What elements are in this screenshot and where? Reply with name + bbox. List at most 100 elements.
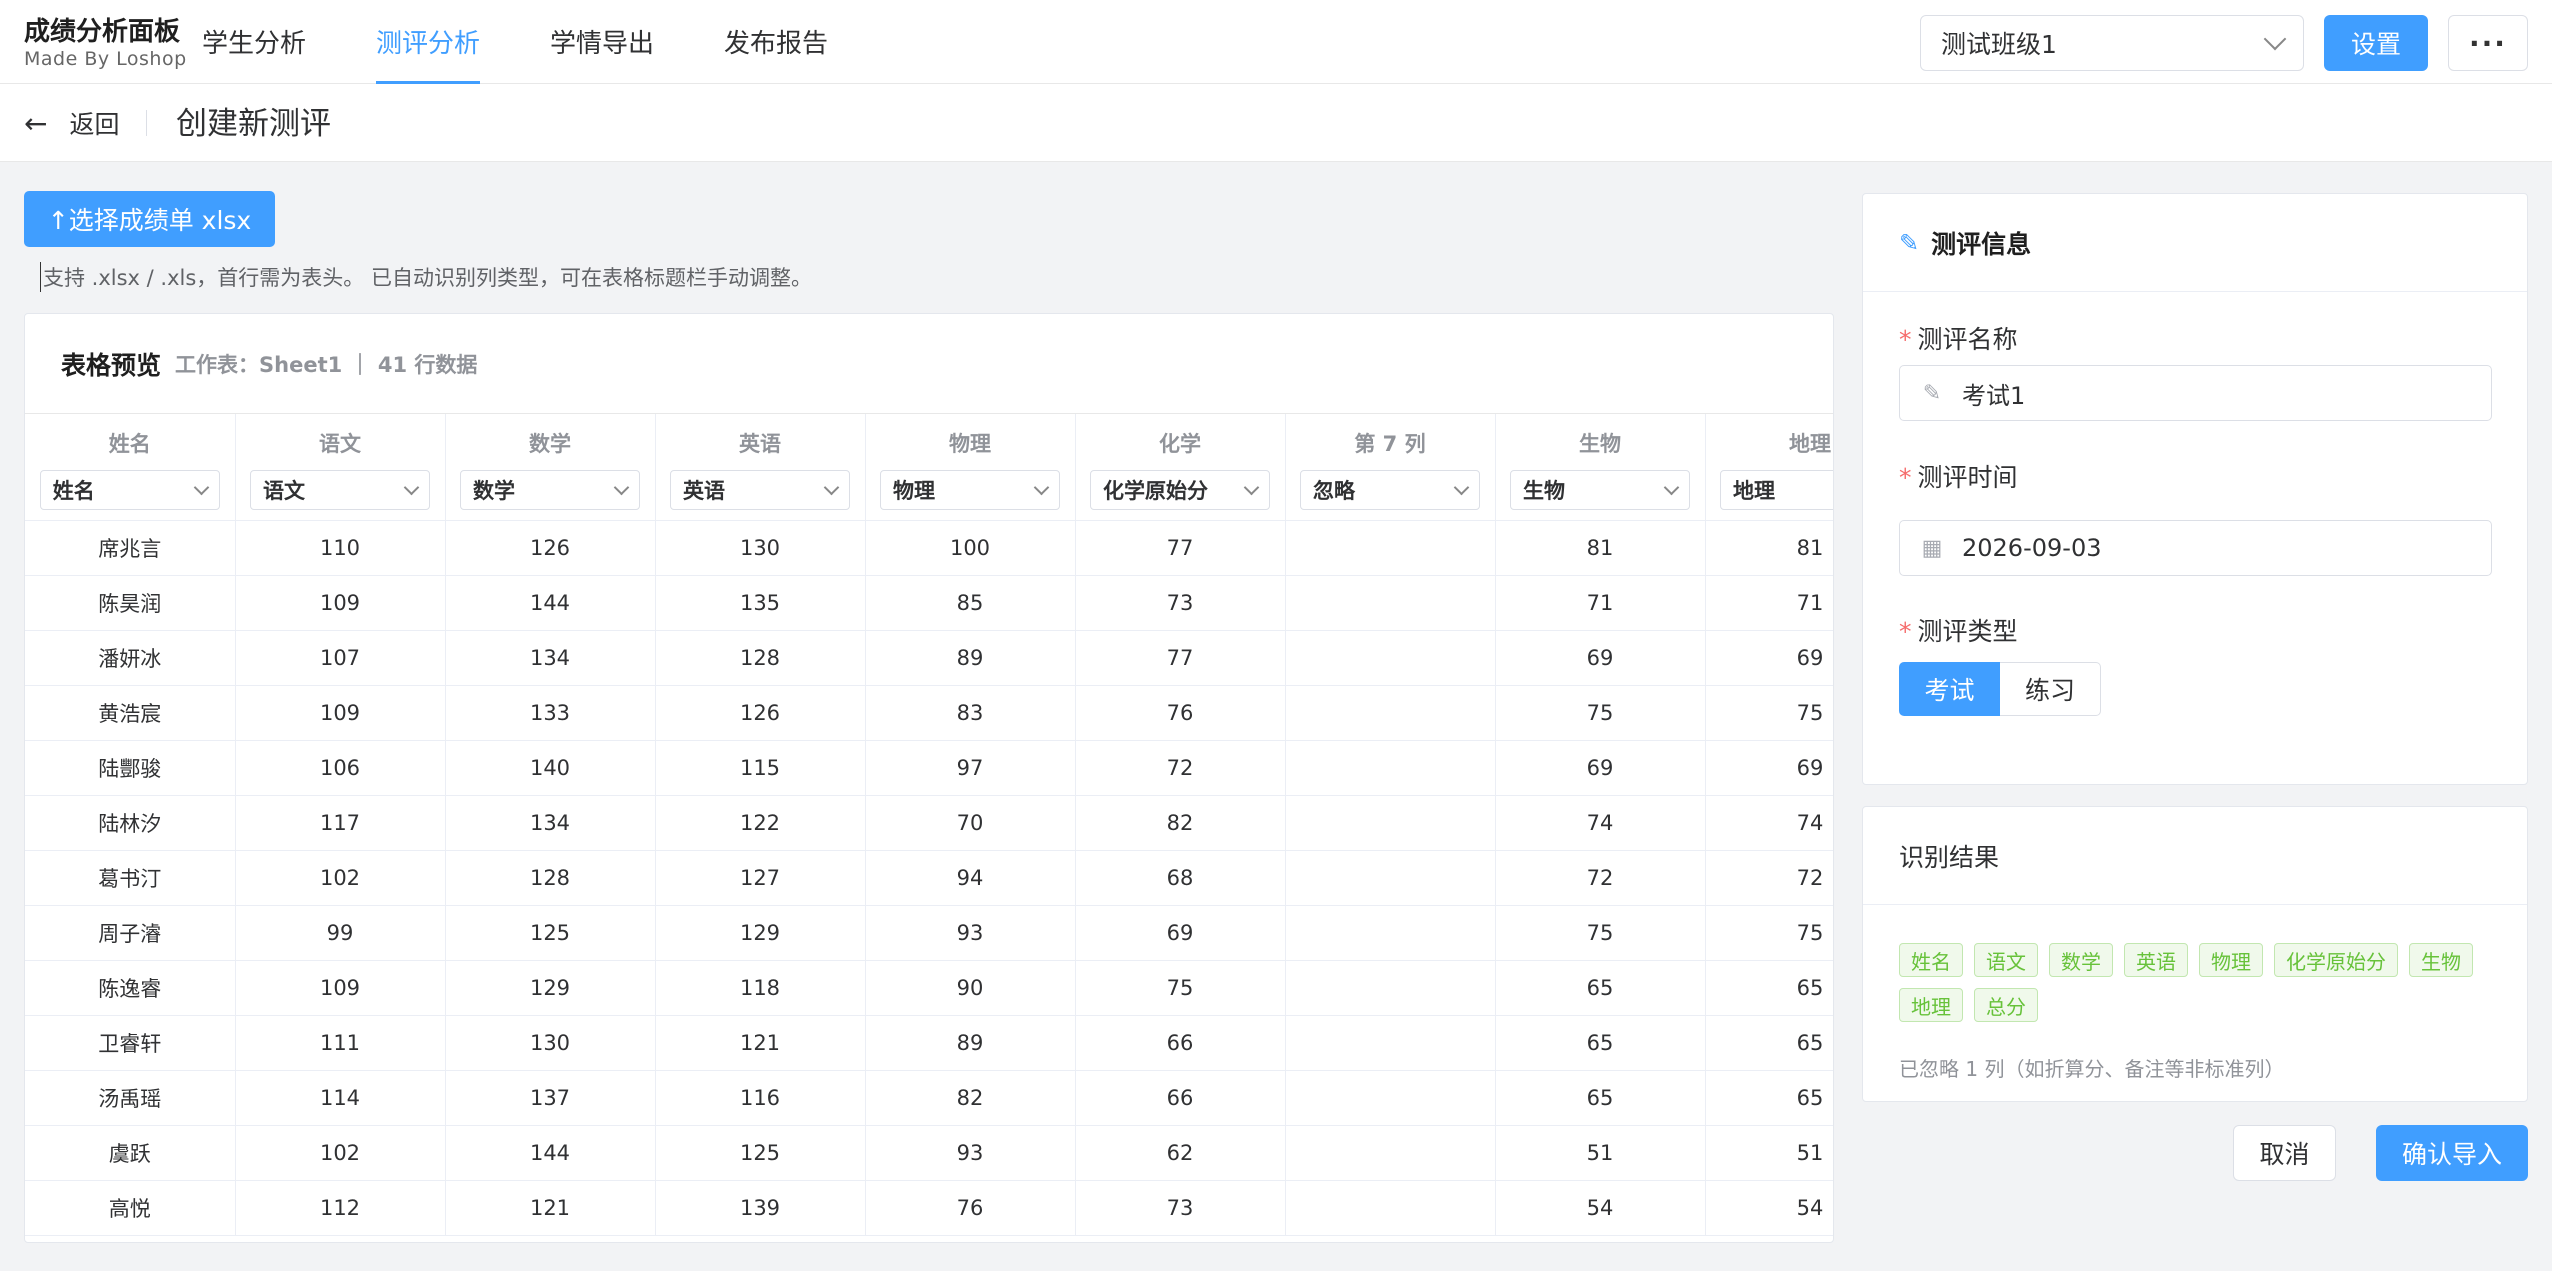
table-cell: 82	[1075, 795, 1286, 851]
brand-subtitle: Made By Loshop	[24, 48, 187, 70]
preview-table-scroll[interactable]: 姓名 姓名 语文 语文 数学 数学 英语 英语 物理 物理 化学 化学原始分第 7 列忽略 生物 生物 地理…	[25, 414, 1833, 1242]
table-cell: 81	[1705, 520, 1833, 576]
recognized-tags: 姓名 语文 数学 英语 物理 化学原始分 生物 地理 总分	[1899, 943, 2499, 1033]
table-cell: 140	[445, 740, 656, 796]
assessment-name-input[interactable]: ✎ 考试1	[1899, 365, 2492, 421]
table-cell: 129	[445, 960, 656, 1016]
column-type-select[interactable]: 忽略	[1300, 470, 1480, 510]
table-cell: 130	[655, 520, 866, 576]
column-type-select[interactable]: 地理	[1720, 470, 1833, 510]
table-cell: 77	[1075, 520, 1286, 576]
table-cell: 114	[235, 1070, 446, 1126]
nav-learning-export[interactable]: 学情导出	[550, 0, 654, 84]
upload-hint: 支持 .xlsx / .xls，首行需为表头。 已自动识别列类型，可在表格标题栏…	[40, 262, 812, 292]
column-type-select[interactable]: 化学原始分	[1090, 470, 1270, 510]
column-header: 化学 化学原始分	[1075, 414, 1286, 521]
table-cell: 73	[1075, 1180, 1286, 1236]
table-cell: 69	[1705, 740, 1833, 796]
table-cell: 陈逸睿	[25, 960, 236, 1016]
main-nav: 学生分析 测评分析 学情导出 发布报告	[202, 0, 898, 84]
chevron-down-icon	[1243, 479, 1260, 495]
table-cell: 82	[865, 1070, 1076, 1126]
preview-meta: 工作表：Sheet1 ｜ 41 行数据	[175, 352, 478, 377]
cancel-button[interactable]: 取消	[2233, 1125, 2336, 1181]
table-cell: 130	[445, 1015, 656, 1071]
table-cell	[1285, 960, 1496, 1016]
table-cell: 93	[865, 1125, 1076, 1181]
settings-button[interactable]: 设置	[2324, 15, 2428, 71]
column-type-value: 忽略	[1313, 479, 1355, 503]
table-row: 卫睿轩 111 130 121 89 66 65 65	[25, 1015, 1833, 1071]
table-cell: 126	[655, 685, 866, 741]
table-cell: 74	[1495, 795, 1706, 851]
table-row: 虞跃 102 144 125 93 62 51 51	[25, 1125, 1833, 1181]
column-header: 英语 英语	[655, 414, 866, 521]
table-body: 席兆言 110 126 130 100 77 81 81 陈昊润 109 144 135 85 73 71 7…	[25, 520, 1833, 1236]
table-cell	[1285, 1070, 1496, 1126]
recognized-tag: 英语	[2124, 943, 2188, 977]
column-header: 地理 地理	[1705, 414, 1833, 521]
chevron-down-icon	[613, 479, 630, 495]
column-type-select[interactable]: 姓名	[39, 470, 220, 510]
table-preview-card: 表格预览 工作表：Sheet1 ｜ 41 行数据 姓名 姓名 语文 语文 数学 数学 英语英…	[24, 313, 1834, 1243]
brand-title: 成绩分析面板	[24, 17, 181, 47]
table-cell: 65	[1495, 1015, 1706, 1071]
table-cell: 54	[1705, 1180, 1833, 1236]
column-type-select[interactable]: 数学	[460, 470, 640, 510]
assessment-date-picker[interactable]: ▦ 2026-09-03	[1899, 520, 2492, 576]
table-cell: 133	[445, 685, 656, 741]
class-select[interactable]: 测试班级1	[1920, 15, 2304, 71]
nav-publish-report[interactable]: 发布报告	[724, 0, 828, 84]
column-header: 姓名 姓名	[25, 414, 236, 521]
table-cell: 121	[445, 1180, 656, 1236]
table-cell: 100	[865, 520, 1076, 576]
table-cell: 102	[235, 850, 446, 906]
column-type-value: 数学	[473, 479, 515, 503]
chevron-down-icon	[823, 479, 840, 495]
top-navbar: 成绩分析面板 Made By Loshop 学生分析 测评分析 学情导出 发布报…	[0, 0, 2552, 84]
nav-student-analysis[interactable]: 学生分析	[202, 0, 306, 84]
table-cell: 65	[1705, 1015, 1833, 1071]
table-row: 席兆言 110 126 130 100 77 81 81	[25, 520, 1833, 576]
type-option-exam[interactable]: 考试	[1899, 662, 2000, 716]
table-cell: 66	[1075, 1070, 1286, 1126]
column-type-select[interactable]: 英语	[670, 470, 850, 510]
result-title: 识别结果	[1863, 807, 2527, 905]
table-row: 陆酆骏 106 140 115 97 72 69 69	[25, 740, 1833, 796]
confirm-import-button[interactable]: 确认导入	[2376, 1125, 2528, 1181]
type-option-practice[interactable]: 练习	[2000, 662, 2101, 716]
recognized-tag: 语文	[1974, 943, 2038, 977]
brand-logo[interactable]: 成绩分析面板 Made By Loshop	[24, 16, 187, 70]
column-type-select[interactable]: 语文	[250, 470, 430, 510]
column-name: 地理	[1789, 432, 1831, 456]
name-label-text: 测评名称	[1917, 325, 2018, 354]
table-cell	[1285, 630, 1496, 686]
more-menu-button[interactable]: ···	[2448, 15, 2528, 71]
table-cell: 94	[865, 850, 1076, 906]
column-header: 第 7 列忽略	[1285, 414, 1496, 521]
column-name: 第 7 列	[1354, 432, 1426, 456]
required-mark: *	[1899, 463, 1912, 492]
table-cell	[1285, 575, 1496, 631]
table-row: 黄浩宸 109 133 126 83 76 75 75	[25, 685, 1833, 741]
column-type-select[interactable]: 物理	[880, 470, 1060, 510]
table-cell: 75	[1705, 905, 1833, 961]
table-cell: 陆酆骏	[25, 740, 236, 796]
nav-assessment-analysis[interactable]: 测评分析	[376, 0, 481, 84]
table-cell: 129	[655, 905, 866, 961]
table-cell: 席兆言	[25, 520, 236, 576]
column-type-select[interactable]: 生物	[1510, 470, 1690, 510]
recognition-result-card: 识别结果 姓名 语文 数学 英语 物理 化学原始分 生物 地理 总分 已忽略 1 列（如折算分、…	[1862, 806, 2528, 1102]
back-button[interactable]: ← 返回	[24, 84, 119, 162]
info-header: ✎ 测评信息	[1863, 194, 2527, 292]
select-xlsx-button[interactable]: ↑选择成绩单 xlsx	[24, 191, 275, 247]
recognized-tag: 生物	[2409, 943, 2473, 977]
chevron-down-icon	[1033, 479, 1050, 495]
table-cell: 122	[655, 795, 866, 851]
assessment-date-value: 2026-09-03	[1962, 534, 2102, 562]
class-select-value: 测试班级1	[1941, 30, 2057, 59]
type-label: * 测评类型	[1899, 612, 2018, 648]
table-cell: 69	[1495, 740, 1706, 796]
table-cell: 62	[1075, 1125, 1286, 1181]
column-name: 物理	[949, 432, 991, 456]
